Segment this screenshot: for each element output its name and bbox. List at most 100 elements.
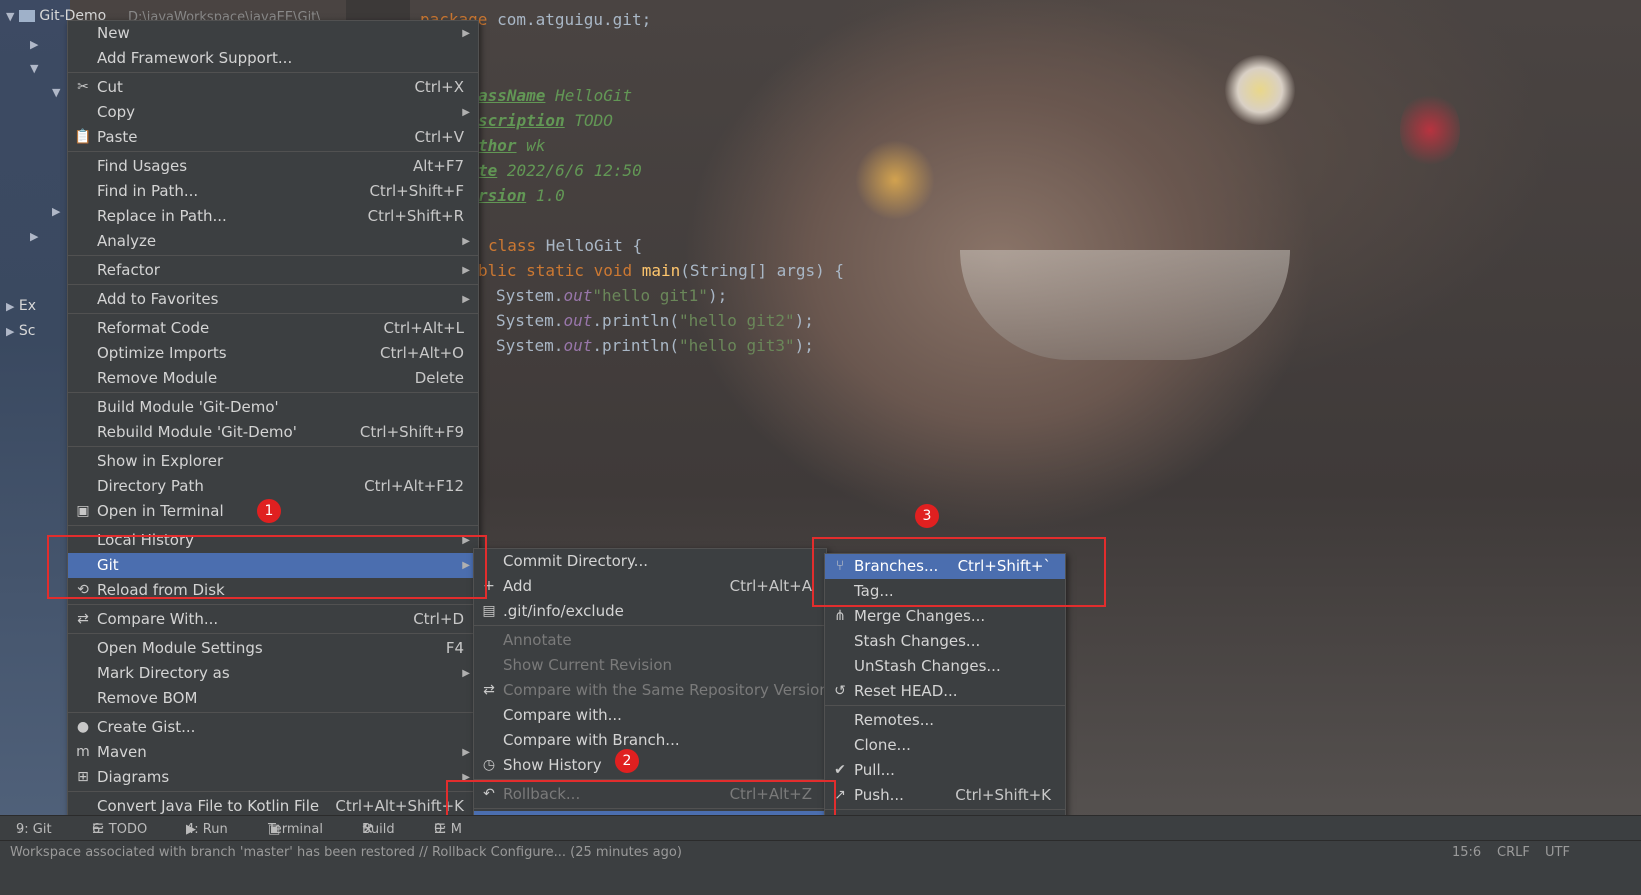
menu-item-diagrams[interactable]: ⊞ Diagrams ▶ [68,765,478,790]
status-message[interactable]: Workspace associated with branch 'master… [10,845,682,860]
submenu-arrow-icon: ▶ [462,747,470,758]
menu-item-add[interactable]: + Add Ctrl+Alt+A [474,574,826,599]
menu-item-refactor[interactable]: Refactor ▶ [68,258,478,283]
github-icon: ● [76,719,90,735]
menu-item-label: Remove Module [97,369,218,387]
tree-node[interactable]: ▶ [30,228,38,244]
menu-item-compare-with-branch[interactable]: Compare with Branch... [474,728,826,753]
menu-separator [68,525,478,526]
menu-item-label: Pull... [854,761,895,779]
menu-item-label: Analyze [97,232,157,250]
scissors-icon: ✂ [77,79,89,95]
tool-window-bar: ⑂ 9: Git ☰ 6: TODO ▶ 4: Run ▣ Terminal ⚒… [0,815,1641,840]
menu-item-optimize-imports[interactable]: Optimize Imports Ctrl+Alt+O [68,341,478,366]
code-line-doc-date: te 2022/6/6 12:50 [478,161,642,180]
code-line-class: class HelloGit { [488,236,643,255]
menu-item-mark-directory-as[interactable]: Mark Directory as ▶ [68,661,478,686]
menu-item-annotate[interactable]: Annotate [474,628,826,653]
menu-item-reset-head[interactable]: ↺ Reset HEAD... [825,679,1065,704]
menu-item-label: Remotes... [854,711,934,729]
caret-position[interactable]: 15:6 [1452,845,1481,860]
menu-item-label: Compare with Branch... [503,731,680,749]
menu-item-analyze[interactable]: Analyze ▶ [68,229,478,254]
menu-item-show-in-explorer[interactable]: Show in Explorer [68,449,478,474]
project-context-menu: New ▶ Add Framework Support... ✂ Cut Ctrl+X Co… [67,20,479,820]
menu-separator [68,446,478,447]
tree-node[interactable]: ▼ [30,60,38,76]
code-line-println-3: System.out.println("hello git3"); [496,336,814,355]
menu-item-pull[interactable]: ✔ Pull... [825,758,1065,783]
menu-item-shortcut: Ctrl+X [414,78,464,96]
reset-icon: ↺ [834,683,846,699]
menu-item-label: Stash Changes... [854,632,981,650]
annotation-box-branches-tag [812,537,1106,607]
menu-item-merge-changes[interactable]: ⋔ Merge Changes... [825,604,1065,629]
clock-icon: ◷ [482,757,496,773]
menu-item-commit-directory[interactable]: Commit Directory... [474,549,826,574]
menu-item-new[interactable]: New ▶ [68,21,478,46]
menu-item-remotes[interactable]: Remotes... [825,708,1065,733]
code-line-doc-version: rsion 1.0 [478,186,565,205]
merge-icon: ⋔ [834,608,846,624]
menu-item-rebuild-module-git-demo[interactable]: Rebuild Module 'Git-Demo' Ctrl+Shift+F9 [68,420,478,445]
menu-item-show-history[interactable]: ◷ Show History [474,753,826,778]
menu-item-shortcut: Ctrl+Alt+L [383,319,465,337]
line-separator[interactable]: CRLF [1497,845,1530,860]
menu-item-shortcut: Ctrl+Shift+F9 [359,423,464,441]
menu-item-label: Find in Path... [97,182,199,200]
menu-item-git-info-exclude[interactable]: ▤ .git/info/exclude [474,599,826,624]
menu-item-open-module-settings[interactable]: Open Module Settings F4 [68,636,478,661]
menu-separator [68,313,478,314]
menu-item-compare-with[interactable]: Compare with... [474,703,826,728]
file-encoding[interactable]: UTF [1545,845,1570,860]
menu-item-cut[interactable]: ✂ Cut Ctrl+X [68,75,478,100]
menu-item-build-module-git-demo[interactable]: Build Module 'Git-Demo' [68,395,478,420]
menu-item-label: Reformat Code [97,319,210,337]
menu-item-unstash-changes[interactable]: UnStash Changes... [825,654,1065,679]
compare-icon: ⇄ [77,611,89,627]
menu-item-reformat-code[interactable]: Reformat Code Ctrl+Alt+L [68,316,478,341]
menu-item-label: Rebuild Module 'Git-Demo' [97,423,297,441]
menu-item-remove-bom[interactable]: Remove BOM [68,686,478,711]
menu-separator [474,625,826,626]
tree-node[interactable]: ▶ [30,36,38,52]
code-line-doc-classname: assName HelloGit [478,86,633,105]
tree-node[interactable]: ▶ [52,203,60,219]
menu-item-find-usages[interactable]: Find Usages Alt+F7 [68,154,478,179]
submenu-arrow-icon: ▶ [462,265,470,276]
tree-node-external-libraries[interactable]: ▶ Ex [6,298,36,314]
menu-item-create-gist[interactable]: ● Create Gist... [68,715,478,740]
menu-item-find-in-path[interactable]: Find in Path... Ctrl+Shift+F [68,179,478,204]
menu-item-label: Open Module Settings [97,639,263,657]
submenu-arrow-icon: ▶ [462,236,470,247]
menu-item-push[interactable]: ↗ Push... Ctrl+Shift+K [825,783,1065,808]
tree-node[interactable]: ▼ [52,84,60,100]
menu-separator [68,604,478,605]
submenu-arrow-icon: ▶ [462,107,470,118]
menu-item-copy[interactable]: Copy ▶ [68,100,478,125]
menu-separator [825,705,1065,706]
menu-item-compare-with[interactable]: ⇄ Compare With... Ctrl+D [68,607,478,632]
menu-item-remove-module[interactable]: Remove Module Delete [68,366,478,391]
menu-item-compare-with-the-same-repository-version[interactable]: ⇄ Compare with the Same Repository Versio… [474,678,829,703]
tree-node-scratches[interactable]: ▶ Sc [6,323,36,339]
menu-item-stash-changes[interactable]: Stash Changes... [825,629,1065,654]
menu-item-label: Compare with... [503,706,622,724]
menu-item-directory-path[interactable]: Directory Path Ctrl+Alt+F12 [68,474,478,499]
menu-item-add-to-favorites[interactable]: Add to Favorites ▶ [68,287,478,312]
menu-item-label: Add [503,577,533,595]
menu-item-maven[interactable]: m Maven ▶ [68,740,478,765]
menu-item-label: Compare With... [97,610,219,628]
menu-item-add-framework-support[interactable]: Add Framework Support... [68,46,478,71]
menu-item-label: Open in Terminal [97,502,224,520]
menu-item-replace-in-path[interactable]: Replace in Path... Ctrl+Shift+R [68,204,478,229]
menu-item-clone[interactable]: Clone... [825,733,1065,758]
menu-item-paste[interactable]: 📋 Paste Ctrl+V [68,125,478,150]
menu-item-show-current-revision[interactable]: Show Current Revision [474,653,826,678]
maven-icon: m [76,744,90,760]
menu-item-label: Annotate [503,631,572,649]
code-line-doc-description: scription TODO [478,111,613,130]
menu-item-shortcut: Delete [414,369,464,387]
menu-item-label: Build Module 'Git-Demo' [97,398,279,416]
menu-separator [68,151,478,152]
